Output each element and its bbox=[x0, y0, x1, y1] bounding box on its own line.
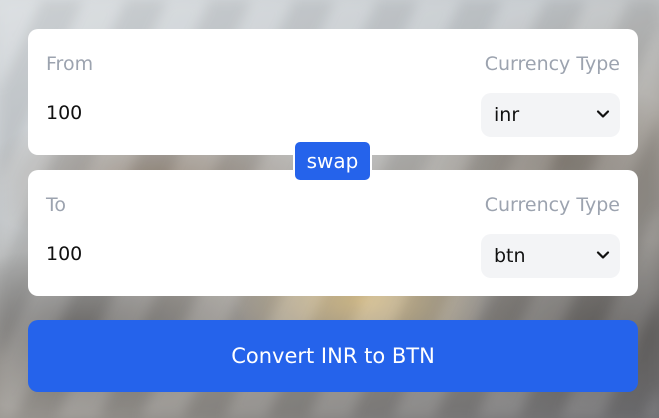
convert-button[interactable]: Convert INR to BTN bbox=[28, 320, 638, 392]
to-card: To Currency Type btn bbox=[28, 170, 638, 296]
from-amount-input[interactable] bbox=[46, 99, 346, 127]
from-card: From Currency Type inr bbox=[28, 29, 638, 155]
swap-button[interactable]: swap bbox=[293, 140, 372, 182]
to-amount-input[interactable] bbox=[46, 240, 346, 268]
from-currency-select[interactable]: inr bbox=[481, 93, 620, 137]
from-label: From bbox=[46, 53, 94, 75]
to-label: To bbox=[46, 194, 67, 216]
from-currency-value: inr bbox=[494, 104, 520, 126]
to-currency-select[interactable]: btn bbox=[481, 234, 620, 278]
chevron-down-icon bbox=[596, 251, 610, 259]
to-currency-value: btn bbox=[494, 245, 526, 267]
chevron-down-icon bbox=[596, 110, 610, 118]
to-currency-type-label: Currency Type bbox=[484, 194, 620, 216]
from-currency-type-label: Currency Type bbox=[484, 53, 620, 75]
